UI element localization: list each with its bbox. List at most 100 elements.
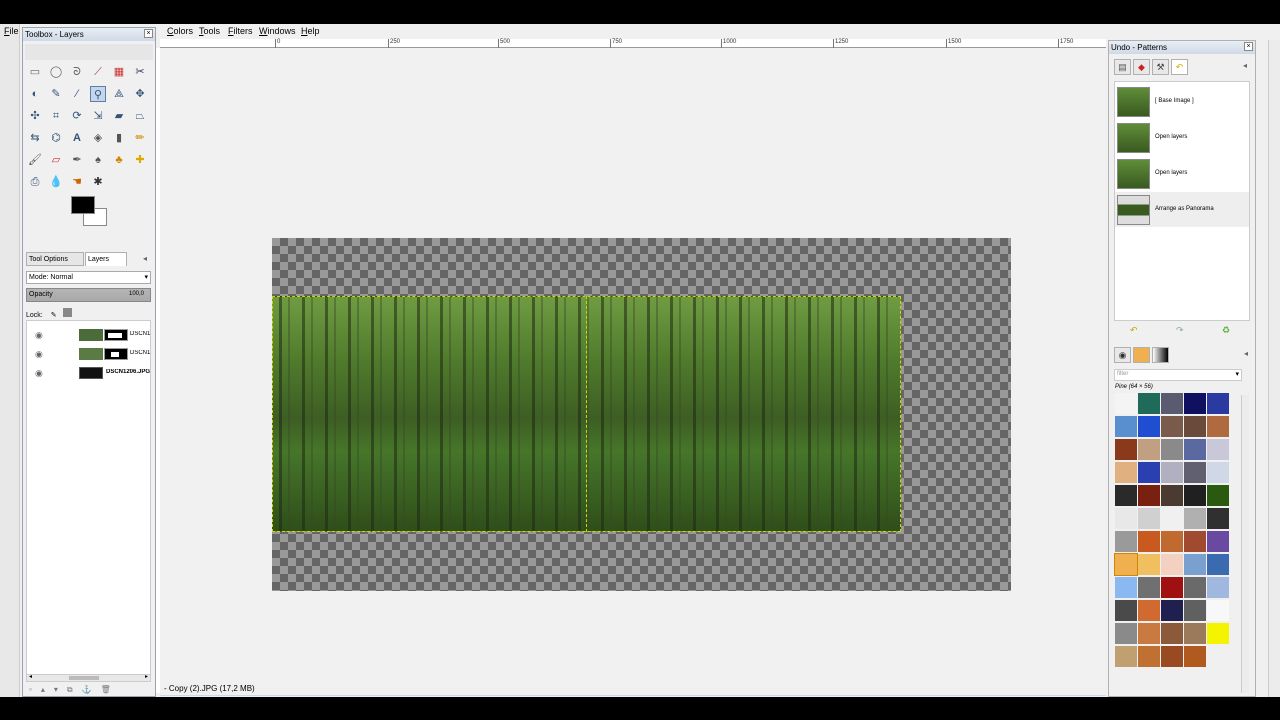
lock-alpha-icon[interactable] <box>62 308 72 317</box>
menu-tools[interactable]: Tools <box>199 26 220 36</box>
pattern-swatch[interactable] <box>1138 462 1160 483</box>
airbrush-icon[interactable]: ✒ <box>69 152 85 168</box>
pattern-swatch[interactable] <box>1138 508 1160 529</box>
pattern-swatch[interactable] <box>1207 439 1229 460</box>
pattern-swatch[interactable] <box>1161 646 1183 667</box>
pencil-icon[interactable]: ✏ <box>132 130 148 146</box>
eraser-icon[interactable]: ▱ <box>48 152 64 168</box>
pattern-swatch[interactable] <box>1184 577 1206 598</box>
tab-patterns-icon[interactable] <box>1133 347 1150 363</box>
pattern-swatch[interactable] <box>1115 439 1137 460</box>
eye-icon[interactable]: ◉ <box>35 349 43 360</box>
pattern-swatch[interactable] <box>1161 393 1183 414</box>
pattern-swatch[interactable] <box>1138 577 1160 598</box>
pattern-swatch[interactable] <box>1184 508 1206 529</box>
pattern-swatch[interactable] <box>1115 623 1137 644</box>
pattern-swatch[interactable] <box>1161 623 1183 644</box>
image-canvas[interactable]: ↖ <box>160 48 1106 696</box>
undo-icon[interactable]: ↶ <box>1130 325 1138 336</box>
smudge-icon[interactable]: ☚ <box>69 174 85 190</box>
layer-row[interactable]: ◉ DSCN1 <box>27 345 152 363</box>
pattern-swatch[interactable] <box>1207 508 1229 529</box>
pattern-swatch[interactable] <box>1207 554 1229 575</box>
pattern-swatch[interactable] <box>1161 554 1183 575</box>
ink-icon[interactable]: ♠ <box>90 152 106 168</box>
rect-select-icon[interactable]: ▭ <box>27 64 43 80</box>
pattern-swatch[interactable] <box>1115 416 1137 437</box>
pattern-swatch[interactable] <box>1207 393 1229 414</box>
pattern-swatch[interactable] <box>1207 485 1229 506</box>
scissors-icon[interactable]: ✂ <box>132 64 148 80</box>
undo-item[interactable]: Open layers <box>1115 120 1249 155</box>
layer-row[interactable]: ◉ DSCN1 <box>27 326 152 344</box>
pattern-swatch[interactable] <box>1115 508 1137 529</box>
scroll-left-icon[interactable]: ◂ <box>29 673 32 680</box>
pattern-swatch[interactable] <box>1115 531 1137 552</box>
pattern-swatch[interactable] <box>1207 623 1229 644</box>
menu-windows[interactable]: Windows <box>259 26 296 36</box>
pattern-swatch[interactable] <box>1161 508 1183 529</box>
undo-item[interactable]: [ Base Image ] <box>1115 84 1249 119</box>
pattern-swatch[interactable] <box>1161 462 1183 483</box>
pattern-swatch[interactable] <box>1184 623 1206 644</box>
anchor-layer-icon[interactable]: ⚓ <box>82 685 101 694</box>
color-picker-icon[interactable]: ⁄ <box>69 86 85 102</box>
measure-icon[interactable]: ⟁ <box>111 86 127 102</box>
foreground-select-icon[interactable]: ◐ <box>27 86 43 102</box>
menu-colors[interactable]: Colors <box>167 26 193 36</box>
redo-icon[interactable]: ↷ <box>1176 325 1184 336</box>
pattern-swatch[interactable] <box>1138 416 1160 437</box>
dodge-burn-icon[interactable]: ✱ <box>90 174 106 190</box>
pattern-swatch[interactable] <box>1138 485 1160 506</box>
pattern-swatch[interactable] <box>1138 646 1160 667</box>
new-layer-icon[interactable]: ▫ <box>29 685 41 694</box>
pattern-swatch[interactable] <box>1161 485 1183 506</box>
pattern-swatch[interactable] <box>1161 577 1183 598</box>
perspective-clone-icon[interactable]: ⎙ <box>27 174 43 190</box>
pattern-swatch[interactable] <box>1161 531 1183 552</box>
dock-menu-icon[interactable]: ◂ <box>1243 61 1247 70</box>
tab-brush-icon[interactable]: ◉ <box>1114 347 1131 363</box>
heal-icon[interactable]: ✚ <box>132 152 148 168</box>
lock-pixels-icon[interactable]: ✎ <box>51 312 57 319</box>
ellipse-select-icon[interactable]: ◯ <box>48 64 64 80</box>
dock-close-icon[interactable]: × <box>1244 42 1253 51</box>
tab-undo-icon[interactable]: ↶ <box>1171 59 1188 75</box>
scale-icon[interactable]: ⇲ <box>90 108 106 124</box>
pattern-swatch[interactable] <box>1207 416 1229 437</box>
patterns-menu-icon[interactable]: ◂ <box>1244 349 1248 358</box>
clear-history-icon[interactable]: ♻ <box>1222 325 1230 336</box>
pattern-swatch[interactable] <box>1138 531 1160 552</box>
pattern-swatch[interactable] <box>1138 393 1160 414</box>
pattern-swatch[interactable] <box>1115 485 1137 506</box>
tab-brushes-icon[interactable]: ◆ <box>1133 59 1150 75</box>
select-by-color-icon[interactable]: ▦ <box>111 64 127 80</box>
scroll-right-icon[interactable]: ▸ <box>145 673 148 680</box>
eye-icon[interactable]: ◉ <box>35 330 43 341</box>
layer-row[interactable]: ◉ DSCN1206.JPG <box>27 364 152 382</box>
pattern-swatch[interactable] <box>1115 600 1137 621</box>
opacity-slider[interactable]: Opacity 100,0 <box>26 288 151 302</box>
pattern-swatch[interactable] <box>1115 646 1137 667</box>
duplicate-layer-icon[interactable]: ⧉ <box>67 685 82 694</box>
align-icon[interactable]: ✣ <box>27 108 43 124</box>
pattern-swatch[interactable] <box>1161 416 1183 437</box>
delete-layer-icon[interactable]: 🗑 <box>101 685 120 694</box>
menu-help[interactable]: Help <box>301 26 320 36</box>
move-icon[interactable]: ✥ <box>132 86 148 102</box>
undo-item[interactable]: Arrange as Panorama <box>1115 192 1249 227</box>
layers-horizontal-scrollbar[interactable]: ◂ ▸ <box>26 674 151 682</box>
shear-icon[interactable]: ▰ <box>111 108 127 124</box>
pattern-swatch[interactable] <box>1207 577 1229 598</box>
pattern-swatch[interactable] <box>1184 439 1206 460</box>
pattern-swatch[interactable] <box>1184 393 1206 414</box>
pattern-swatch[interactable] <box>1184 531 1206 552</box>
pattern-swatch[interactable] <box>1207 531 1229 552</box>
pattern-swatch[interactable] <box>1138 439 1160 460</box>
pattern-swatch[interactable] <box>1138 554 1160 575</box>
flip-icon[interactable]: ⇆ <box>27 130 43 146</box>
pattern-swatch[interactable] <box>1138 623 1160 644</box>
raise-layer-icon[interactable]: ▴ <box>41 685 54 694</box>
bucket-fill-icon[interactable]: ◈ <box>90 130 106 146</box>
fuzzy-select-icon[interactable]: ⟋ <box>90 64 106 80</box>
